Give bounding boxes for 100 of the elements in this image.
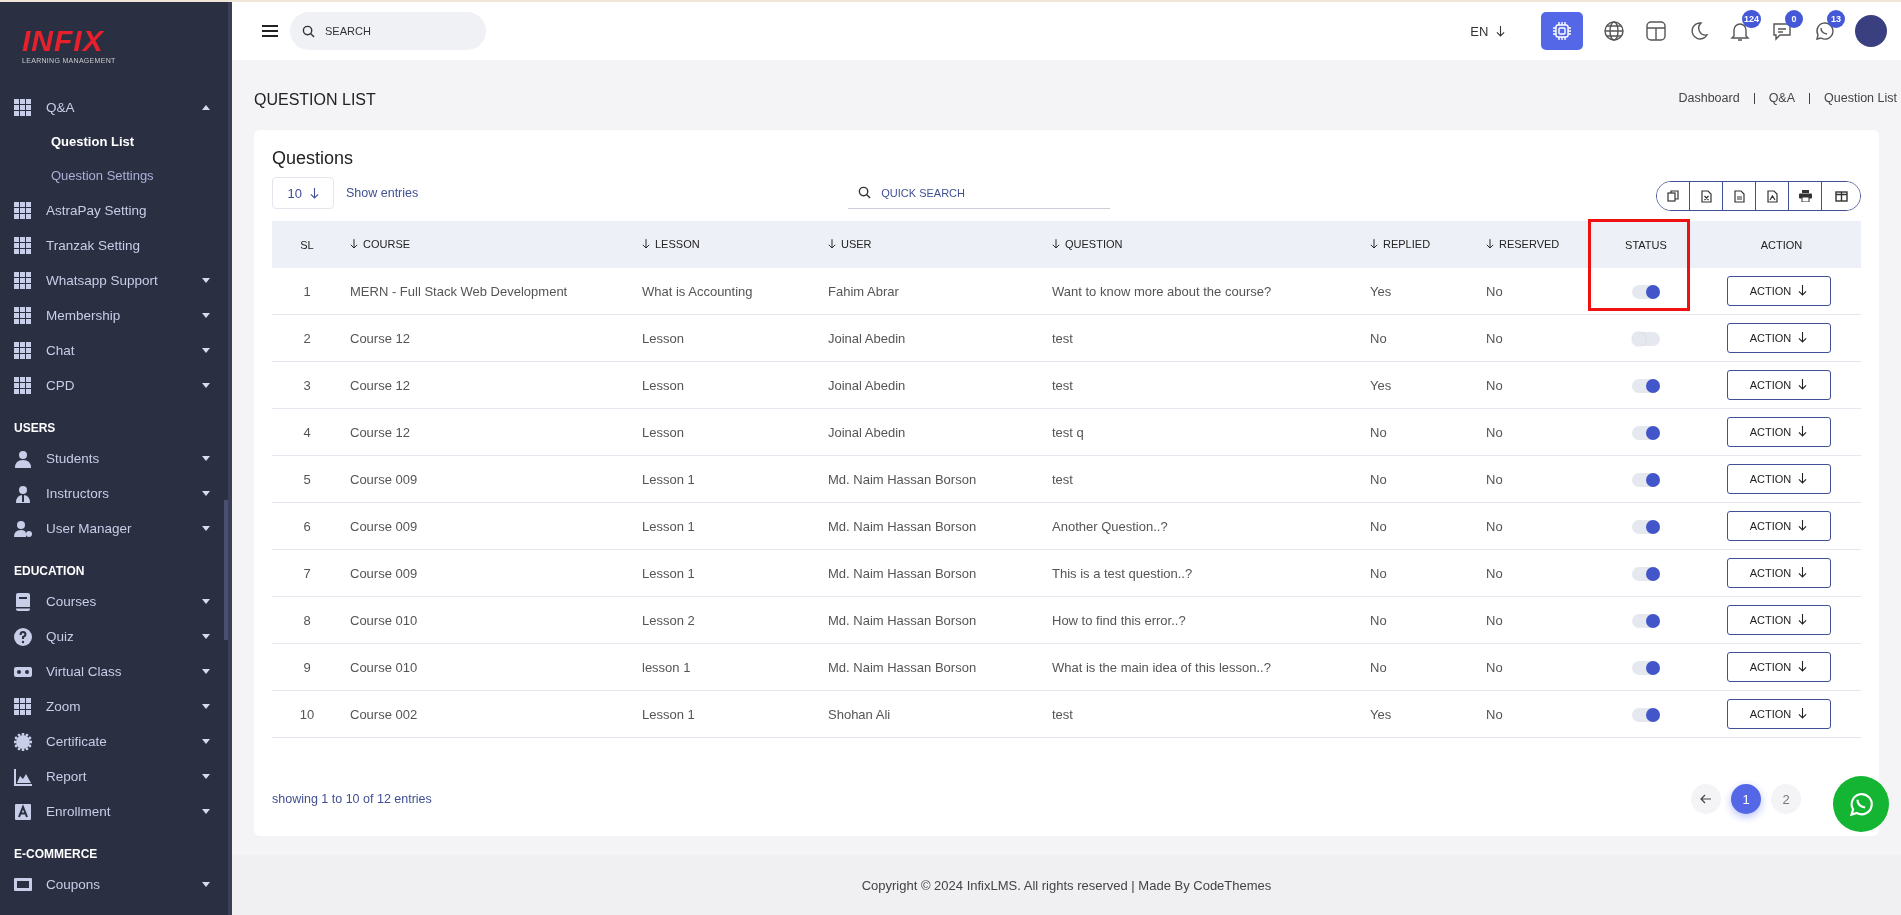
breadcrumb-link[interactable]: Dashboard xyxy=(1678,91,1740,105)
column-header[interactable]: REPLIED xyxy=(1383,238,1431,250)
page-button[interactable]: 2 xyxy=(1771,784,1801,814)
table-cell: Course 12 xyxy=(350,330,410,346)
table-cell: 7 xyxy=(303,565,311,581)
table-cell: Course 12 xyxy=(350,424,410,440)
sidebar-subitem[interactable]: Question List xyxy=(0,125,228,159)
sidebar-item[interactable]: Students xyxy=(46,451,202,466)
status-toggle[interactable] xyxy=(1632,472,1660,487)
table-cell: No xyxy=(1370,330,1387,346)
bell-icon[interactable] xyxy=(1729,20,1751,42)
globe-icon[interactable] xyxy=(1603,20,1625,42)
arrow-down-icon xyxy=(309,187,319,199)
sort-arrow-icon[interactable] xyxy=(642,239,650,249)
table-cell: test xyxy=(1052,706,1073,722)
sort-arrow-icon[interactable] xyxy=(828,239,836,249)
column-header[interactable]: SL xyxy=(300,238,314,251)
letter-icon xyxy=(14,802,32,821)
status-toggle[interactable] xyxy=(1632,613,1660,628)
column-header[interactable]: LESSON xyxy=(655,238,700,250)
status-toggle[interactable] xyxy=(1632,378,1660,393)
sidebar-item[interactable]: Quiz xyxy=(46,629,202,644)
action-dropdown-button[interactable]: ACTION xyxy=(1726,276,1831,306)
action-dropdown-button[interactable]: ACTION xyxy=(1726,652,1831,682)
status-toggle[interactable] xyxy=(1632,566,1660,581)
table-cell: No xyxy=(1370,471,1387,487)
status-toggle[interactable] xyxy=(1632,660,1660,675)
sidebar-item[interactable]: Membership xyxy=(46,308,202,323)
column-header[interactable]: ACTION xyxy=(1760,238,1803,251)
arrow-down-icon xyxy=(1798,661,1808,672)
action-dropdown-button[interactable]: ACTION xyxy=(1726,605,1831,635)
copy-icon xyxy=(1667,190,1679,202)
usergear-icon xyxy=(14,519,32,538)
ai-button[interactable] xyxy=(1541,12,1583,50)
sidebar-item[interactable]: Certificate xyxy=(46,734,202,749)
menu-icon[interactable] xyxy=(262,25,278,37)
sidebar-item[interactable]: Tranzak Setting xyxy=(46,238,214,253)
action-dropdown-button[interactable]: ACTION xyxy=(1726,323,1831,353)
table-cell: 3 xyxy=(303,377,311,393)
search-bar[interactable]: SEARCH xyxy=(290,12,486,50)
action-dropdown-button[interactable]: ACTION xyxy=(1726,699,1831,729)
chat-icon[interactable] xyxy=(1771,20,1793,42)
sidebar-item[interactable]: CPD xyxy=(46,378,202,393)
action-dropdown-button[interactable]: ACTION xyxy=(1726,370,1831,400)
sidebar-item[interactable]: Instructors xyxy=(46,486,202,501)
whatsapp-count: 13 xyxy=(1827,10,1845,28)
table-cell: No xyxy=(1486,706,1503,722)
chart-icon xyxy=(14,767,32,786)
sort-arrow-icon[interactable] xyxy=(350,239,358,249)
action-dropdown-button[interactable]: ACTION xyxy=(1726,558,1831,588)
sidebar-item[interactable]: Virtual Class xyxy=(46,664,202,679)
sidebar-item[interactable]: Enrollment xyxy=(46,804,202,819)
breadcrumb-link[interactable]: Q&A xyxy=(1768,91,1796,105)
sidebar-item[interactable]: Q&A xyxy=(46,100,202,115)
table-cell: Yes xyxy=(1370,283,1392,299)
action-dropdown-button[interactable]: ACTION xyxy=(1726,417,1831,447)
avatar[interactable] xyxy=(1855,15,1887,47)
layout-icon[interactable] xyxy=(1645,20,1667,42)
search-field[interactable]: SEARCH xyxy=(323,24,474,38)
whatsapp-icon[interactable] xyxy=(1813,20,1835,42)
sidebar-item[interactable]: Report xyxy=(46,769,202,784)
table-cell: 4 xyxy=(303,424,311,440)
sidebar-item[interactable]: User Manager xyxy=(46,521,202,536)
table-cell: No xyxy=(1486,377,1503,393)
grid-icon xyxy=(14,271,32,290)
column-header[interactable]: QUESTION xyxy=(1065,238,1123,250)
column-header[interactable]: RESERVED xyxy=(1499,238,1560,250)
sidebar-item[interactable]: Coupons xyxy=(46,877,202,892)
card-title: Questions xyxy=(272,148,355,169)
status-toggle[interactable] xyxy=(1632,284,1660,299)
section-heading: E-COMMERCE xyxy=(13,846,99,863)
sort-arrow-icon[interactable] xyxy=(1486,239,1494,249)
sort-arrow-icon[interactable] xyxy=(1370,239,1378,249)
sidebar-subitem[interactable]: Question Settings xyxy=(0,159,228,193)
status-toggle[interactable] xyxy=(1632,331,1660,346)
quick-search-bar[interactable]: QUICK SEARCH xyxy=(848,177,1111,209)
sort-arrow-icon[interactable] xyxy=(1052,239,1060,249)
grid-icon xyxy=(14,697,32,716)
language-selector[interactable]: EN xyxy=(1464,22,1511,40)
action-dropdown-button[interactable]: ACTION xyxy=(1726,464,1831,494)
column-header[interactable]: COURSE xyxy=(363,238,411,250)
column-header[interactable]: STATUS xyxy=(1625,238,1667,251)
sidebar-item[interactable]: AstraPay Setting xyxy=(46,203,214,218)
table-cell: Course 002 xyxy=(350,706,418,722)
action-dropdown-button[interactable]: ACTION xyxy=(1726,511,1831,541)
table-cell: test q xyxy=(1052,424,1084,440)
status-toggle[interactable] xyxy=(1632,425,1660,440)
sidebar-item[interactable]: Zoom xyxy=(46,699,202,714)
page-size-select[interactable]: 10 xyxy=(272,177,334,209)
status-toggle[interactable] xyxy=(1632,519,1660,534)
copy-button[interactable] xyxy=(1657,182,1690,210)
column-header[interactable]: USER xyxy=(841,238,872,250)
page-button[interactable]: 1 xyxy=(1731,784,1761,814)
table-cell: test xyxy=(1052,471,1073,487)
status-toggle[interactable] xyxy=(1632,707,1660,722)
notification-count: 124 xyxy=(1741,10,1761,28)
sidebar-item[interactable]: Courses xyxy=(46,594,202,609)
sidebar-item[interactable]: Whatsapp Support xyxy=(46,273,202,288)
previous-page-button[interactable] xyxy=(1691,784,1721,814)
sidebar-item[interactable]: Chat xyxy=(46,343,202,358)
